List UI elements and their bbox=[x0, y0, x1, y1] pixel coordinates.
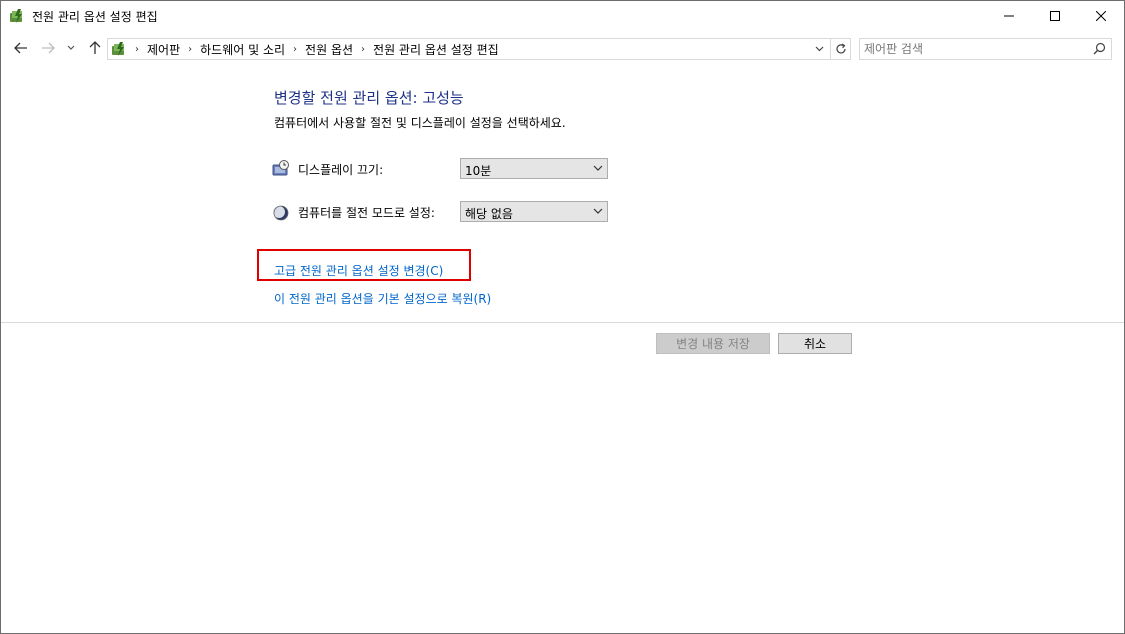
sleep-label: 컴퓨터를 절전 모드로 설정: bbox=[298, 206, 435, 220]
arrow-left-icon bbox=[14, 42, 27, 54]
back-button[interactable] bbox=[12, 39, 30, 57]
power-options-icon bbox=[9, 8, 25, 24]
recent-locations-button[interactable] bbox=[65, 39, 77, 57]
monitor-clock-icon bbox=[272, 160, 290, 178]
display-off-label: 디스플레이 끄기: bbox=[298, 163, 384, 177]
chevron-right-icon[interactable]: › bbox=[188, 44, 192, 55]
sleep-select[interactable]: 해당 없음 bbox=[460, 201, 608, 222]
setting-sleep: 컴퓨터를 절전 모드로 설정: 해당 없음 bbox=[272, 201, 612, 223]
forward-button[interactable] bbox=[39, 39, 57, 57]
search-icon[interactable] bbox=[1093, 42, 1106, 55]
minimize-button[interactable] bbox=[986, 1, 1032, 31]
arrow-up-icon bbox=[89, 41, 101, 54]
page-subtitle: 컴퓨터에서 사용할 절전 및 디스플레이 설정을 선택하세요. bbox=[274, 116, 566, 130]
breadcrumb-item-hardware-sound[interactable]: 하드웨어 및 소리 bbox=[200, 41, 285, 58]
chevron-down-icon bbox=[815, 46, 823, 52]
close-icon bbox=[1096, 11, 1106, 21]
setting-display-off: 디스플레이 끄기: 10분 bbox=[272, 158, 612, 180]
save-changes-button[interactable]: 변경 내용 저장 bbox=[656, 333, 770, 354]
chevron-right-icon: › bbox=[135, 43, 139, 55]
breadcrumb-item-control-panel[interactable]: 제어판 bbox=[147, 41, 180, 58]
close-button[interactable] bbox=[1078, 1, 1124, 31]
cancel-button[interactable]: 취소 bbox=[778, 333, 852, 354]
display-off-value: 10분 bbox=[465, 164, 492, 178]
moon-icon bbox=[272, 203, 290, 221]
chevron-down-icon bbox=[67, 45, 75, 50]
address-history-button[interactable] bbox=[810, 39, 828, 59]
refresh-button[interactable] bbox=[830, 39, 850, 59]
up-button[interactable] bbox=[86, 39, 104, 57]
control-panel-icon bbox=[111, 41, 127, 57]
maximize-icon bbox=[1050, 11, 1060, 21]
window-title: 전원 관리 옵션 설정 편집 bbox=[32, 10, 158, 24]
breadcrumb-item-edit-plan[interactable]: 전원 관리 옵션 설정 편집 bbox=[373, 41, 499, 58]
advanced-settings-link[interactable]: 고급 전원 관리 옵션 설정 변경(C) bbox=[274, 262, 443, 279]
window: 전원 관리 옵션 설정 편집 › 제어판 › 하드웨어 및 소리 › 전원 옵션… bbox=[0, 0, 1125, 634]
breadcrumb-item-power-options[interactable]: 전원 옵션 bbox=[305, 41, 353, 58]
chevron-down-icon bbox=[593, 208, 603, 214]
divider bbox=[1, 322, 1124, 323]
search-input[interactable] bbox=[864, 40, 1084, 57]
display-off-select[interactable]: 10분 bbox=[460, 158, 608, 179]
sleep-value: 해당 없음 bbox=[465, 207, 513, 221]
restore-defaults-link[interactable]: 이 전원 관리 옵션을 기본 설정으로 복원(R) bbox=[274, 290, 491, 307]
chevron-down-icon bbox=[593, 165, 603, 171]
title-bar: 전원 관리 옵션 설정 편집 bbox=[1, 1, 1124, 31]
page-title: 변경할 전원 관리 옵션: 고성능 bbox=[274, 89, 464, 107]
search-box[interactable] bbox=[859, 38, 1112, 60]
address-bar[interactable]: › 제어판 › 하드웨어 및 소리 › 전원 옵션 › 전원 관리 옵션 설정 … bbox=[107, 38, 851, 60]
chevron-right-icon[interactable]: › bbox=[293, 44, 297, 55]
arrow-right-icon bbox=[42, 42, 55, 54]
chevron-right-icon[interactable]: › bbox=[361, 44, 365, 55]
maximize-button[interactable] bbox=[1032, 1, 1078, 31]
breadcrumb: › 제어판 › 하드웨어 및 소리 › 전원 옵션 › 전원 관리 옵션 설정 … bbox=[132, 41, 499, 57]
refresh-icon bbox=[835, 43, 846, 54]
minimize-icon bbox=[1004, 15, 1014, 17]
navigation-bar: › 제어판 › 하드웨어 및 소리 › 전원 옵션 › 전원 관리 옵션 설정 … bbox=[1, 34, 1124, 62]
